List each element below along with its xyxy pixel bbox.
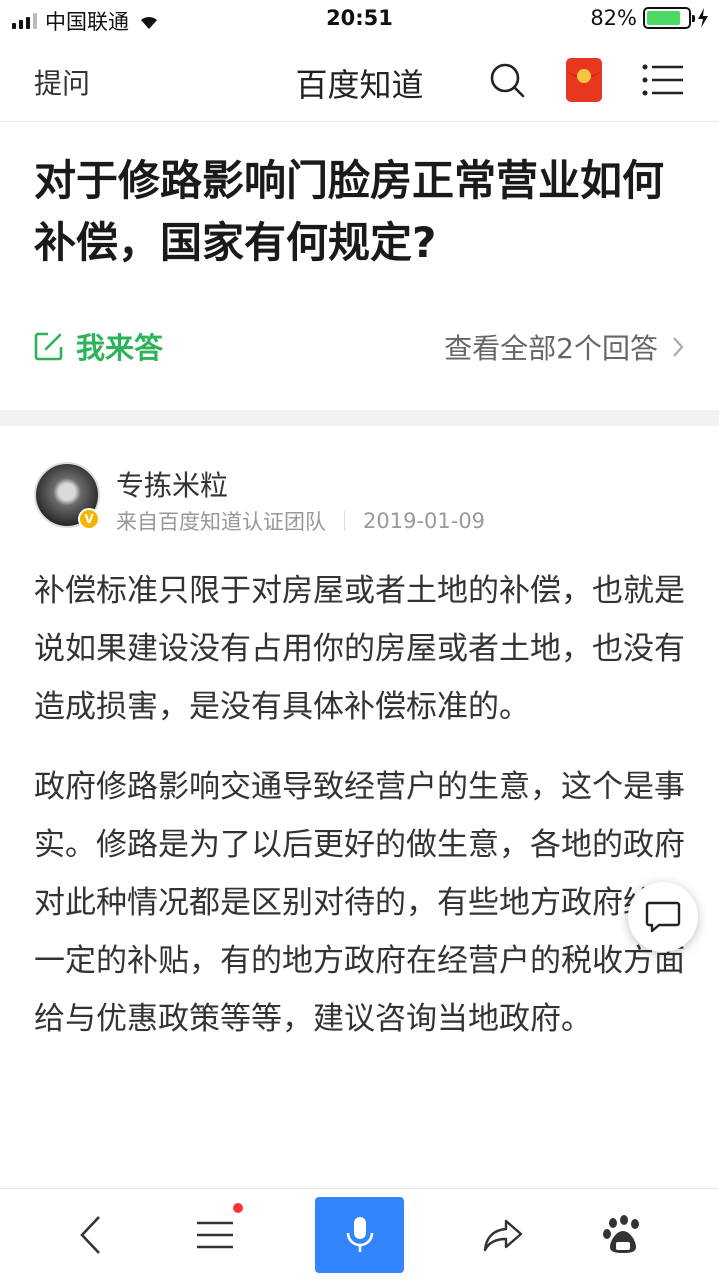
author-meta: 来自百度知道认证团队 2019-01-09: [116, 506, 485, 536]
list-icon: [197, 1221, 233, 1249]
verified-badge-icon: V: [78, 508, 100, 530]
edit-icon: [34, 332, 63, 361]
baidu-paw-icon: [603, 1215, 639, 1253]
baidu-home-button[interactable]: [578, 1189, 668, 1280]
back-arrow-icon: [80, 1216, 100, 1254]
answer-paragraph: 补偿标准只限于对房屋或者土地的补偿，也就是说如果建设没有占用你的房屋或者土地，也…: [34, 573, 685, 725]
charging-icon: [698, 8, 708, 28]
battery-percent: 82%: [590, 6, 637, 30]
answer-paragraph: 政府修路影响交通导致经营户的生意，这个是事实。修路是为了以后更好的做生意，各地的…: [34, 769, 685, 1037]
share-button[interactable]: [458, 1189, 548, 1280]
menu-list-button[interactable]: [170, 1189, 260, 1280]
answer-source: 来自百度知道认证团队: [116, 510, 326, 534]
answer-button-label: 我来答: [76, 331, 164, 365]
author-name[interactable]: 专拣米粒: [116, 464, 228, 504]
chevron-right-icon: [673, 337, 684, 357]
status-bar: 中国联通 20:51 82%: [0, 0, 719, 40]
battery-icon: [643, 7, 695, 29]
site-title: 百度知道: [295, 66, 424, 104]
search-icon[interactable]: [489, 62, 525, 98]
answer-button[interactable]: 我来答: [34, 325, 163, 367]
microphone-icon: [346, 1217, 373, 1252]
back-button[interactable]: [46, 1189, 136, 1280]
menu-icon[interactable]: [642, 64, 684, 96]
view-all-answers-label: 查看全部2个回答: [444, 332, 658, 365]
question-actions: 我来答 查看全部2个回答: [34, 325, 684, 369]
ask-question-link[interactable]: 提问: [34, 62, 90, 102]
question-title: 对于修路影响门脸房正常营业如何补偿，国家有何规定?: [34, 156, 665, 267]
view-all-answers-link[interactable]: 查看全部2个回答: [444, 327, 684, 367]
voice-search-button[interactable]: [315, 1197, 404, 1273]
section-divider: [0, 410, 719, 426]
red-packet-icon[interactable]: [566, 58, 602, 102]
meta-divider: [344, 511, 345, 531]
top-nav: 提问 百度知道: [0, 40, 719, 122]
comment-icon: [645, 901, 681, 933]
share-icon: [483, 1219, 523, 1252]
bottom-toolbar: [0, 1188, 719, 1280]
comment-button[interactable]: [628, 882, 698, 952]
notification-dot: [233, 1203, 243, 1213]
answer-body: 补偿标准只限于对房屋或者土地的补偿，也就是说如果建设没有占用你的房屋或者土地，也…: [34, 562, 694, 1070]
answer-date: 2019-01-09: [363, 509, 486, 533]
battery-group: 82%: [590, 6, 709, 30]
